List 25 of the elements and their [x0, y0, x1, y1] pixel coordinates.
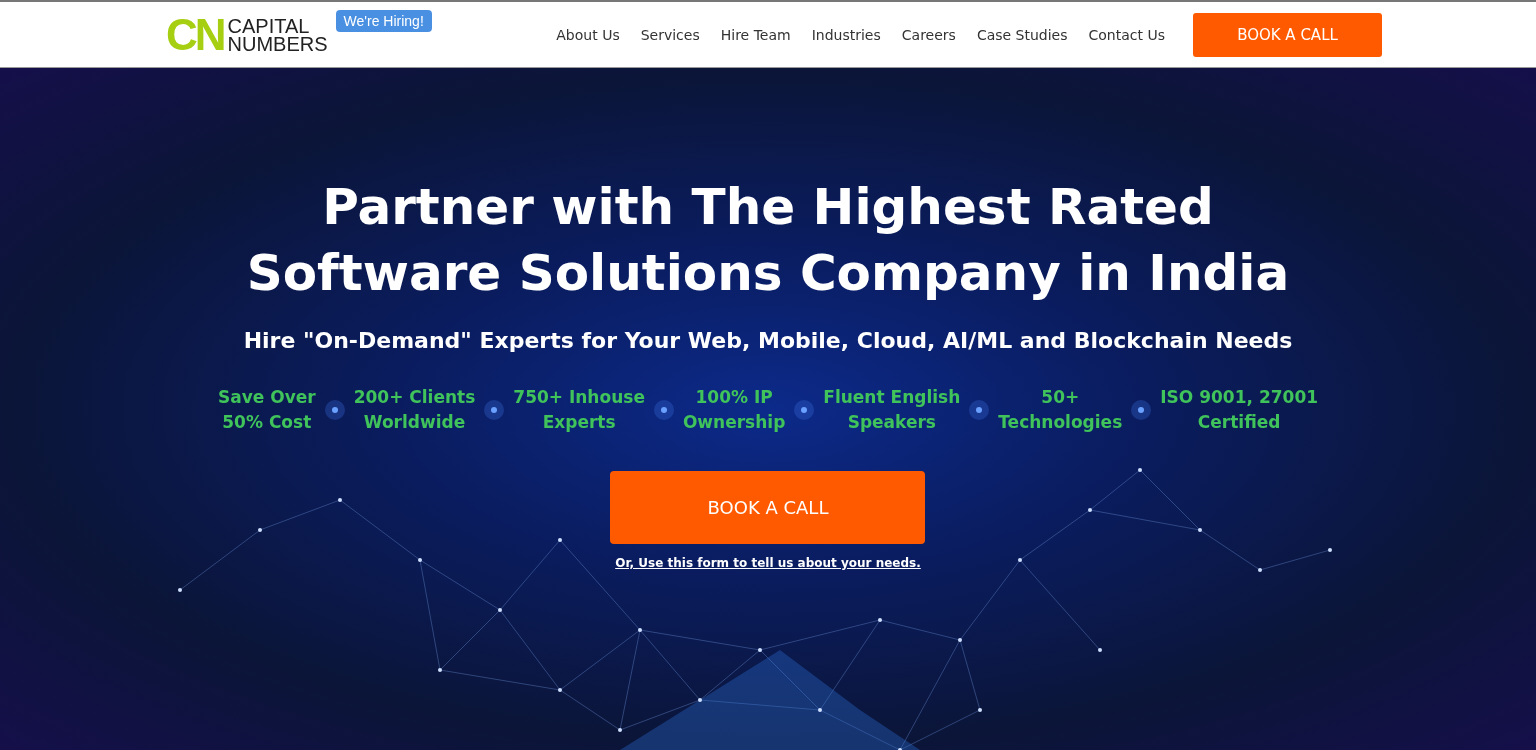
nav-link[interactable]: Hire Team	[720, 26, 791, 43]
stat-text: 100% IP Ownership	[682, 386, 786, 434]
separator-dot-icon	[483, 399, 506, 421]
nav-link[interactable]: Industries	[811, 26, 881, 43]
separator-dot-icon	[323, 399, 346, 421]
nav-link[interactable]: About Us	[556, 26, 620, 43]
nav-link[interactable]: Services	[640, 26, 700, 43]
hero-subtitle: Hire "On-Demand" Experts for Your Web, Mobile, Cloud, AI/ML and Blockchain Needs	[243, 328, 1293, 353]
nav-link[interactable]: Careers	[901, 26, 956, 43]
separator-dot-icon	[793, 399, 816, 421]
stat-text: Save Over 50% Cost	[217, 386, 316, 434]
stat-text: ISO 9001, 27001 Certified	[1160, 386, 1319, 434]
separator-dot-icon	[652, 399, 675, 421]
stat-text: 50+ Technologies	[998, 386, 1123, 434]
stat-text: Fluent English Speakers	[823, 386, 961, 434]
stat-text: 750+ Inhouse Experts	[513, 386, 645, 434]
hero-title: Partner with The Highest Rated Software Solutions Company in India	[246, 177, 1290, 304]
separator-dot-icon	[1130, 399, 1153, 421]
nav-link[interactable]: Contact Us	[1088, 26, 1165, 43]
logo-text: CAPITAL	[227, 16, 311, 35]
form-link[interactable]: Or, Use this form to tell us about your needs.	[615, 556, 921, 570]
nav-link[interactable]: Case Studies	[976, 26, 1068, 43]
logo-text: NUMBERS	[227, 34, 328, 53]
separator-dot-icon	[968, 399, 991, 421]
stat-text: 200+ Clients Worldwide	[353, 386, 476, 434]
